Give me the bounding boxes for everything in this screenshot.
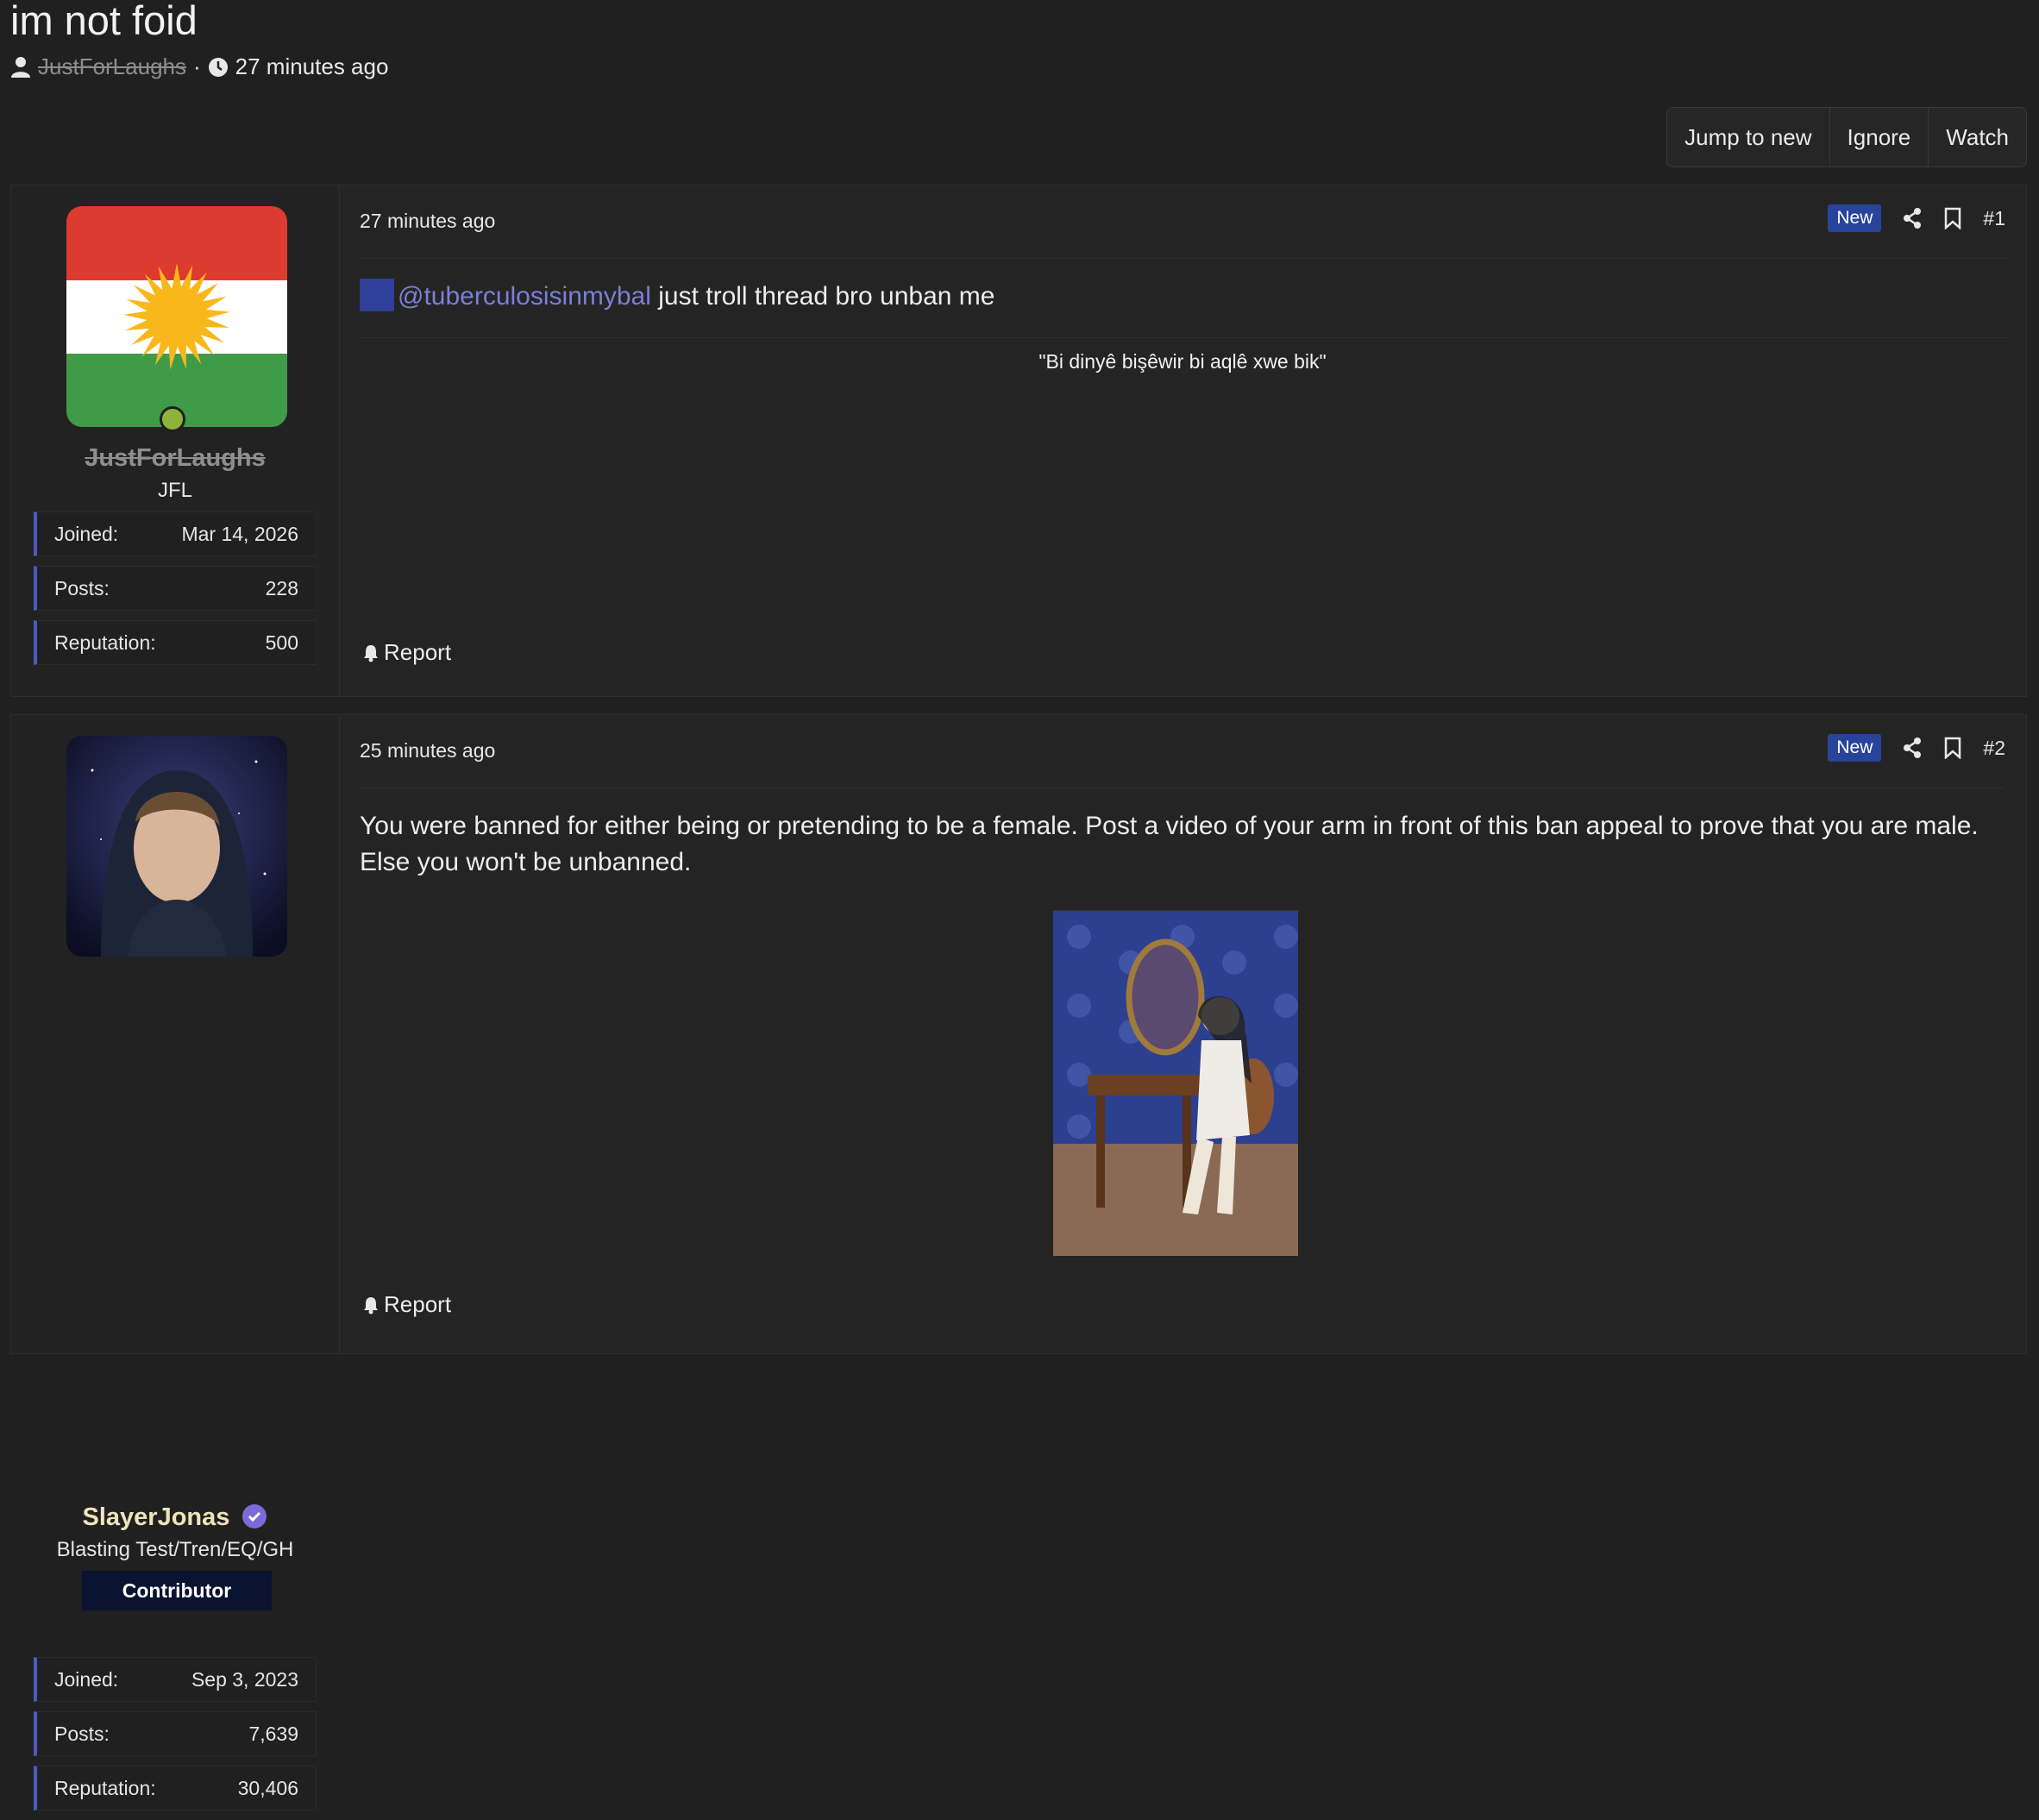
stat-value: Mar 14, 2026 bbox=[181, 522, 298, 545]
stat-joined: Joined: Mar 14, 2026 bbox=[34, 511, 317, 556]
post-1: JustForLaughs JFL Joined: Mar 14, 2026 Po… bbox=[10, 185, 2027, 697]
report-button[interactable]: Report bbox=[363, 1291, 451, 1318]
stat-value: 500 bbox=[265, 631, 298, 654]
post-time[interactable]: 27 minutes ago bbox=[360, 210, 495, 233]
post-text: You were banned for either being or pret… bbox=[360, 812, 1979, 876]
report-button[interactable]: Report bbox=[363, 639, 451, 666]
thread-actions: Jump to new Ignore Watch bbox=[1666, 107, 2027, 167]
user-stats: Joined: Mar 14, 2026 Posts: 228 Reputation… bbox=[34, 511, 317, 675]
report-label: Report bbox=[384, 1291, 452, 1317]
post-2: SlayerJonas Blasting Test/Tren/EQ/GH Con… bbox=[10, 714, 2027, 1811]
stat-label: Joined: bbox=[54, 522, 119, 545]
user-stats: Joined: Sep 3, 2023 Posts: 7,639 Reputatio… bbox=[34, 1657, 317, 1820]
verified-badge-icon bbox=[242, 1504, 267, 1528]
share-icon[interactable] bbox=[1902, 737, 1923, 759]
post-body: @tuberculosisinmybal just troll thread b… bbox=[360, 279, 2005, 315]
stat-value: 7,639 bbox=[248, 1722, 298, 1745]
bell-icon bbox=[364, 644, 378, 662]
user-title: Blasting Test/Tren/EQ/GH bbox=[56, 1538, 294, 1561]
post-1-user-panel: JustForLaughs JFL Joined: Mar 14, 2026 Po… bbox=[11, 185, 340, 696]
avatar[interactable] bbox=[66, 206, 287, 427]
ignore-button[interactable]: Ignore bbox=[1830, 108, 1929, 166]
new-badge: New bbox=[1828, 734, 1882, 762]
jump-to-new-button[interactable]: Jump to new bbox=[1667, 108, 1830, 166]
post-actions: New #1 bbox=[1828, 204, 2005, 232]
thread-meta: JustForLaughs · 27 minutes ago bbox=[10, 53, 388, 80]
post-number-link[interactable]: #1 bbox=[1983, 207, 2005, 230]
stat-label: Posts: bbox=[54, 1722, 110, 1745]
bookmark-icon[interactable] bbox=[1943, 737, 1962, 759]
report-label: Report bbox=[384, 639, 452, 665]
mention-avatar bbox=[360, 279, 394, 312]
stat-value: 30,406 bbox=[237, 1776, 298, 1799]
user-title: JFL bbox=[157, 479, 192, 502]
bookmark-icon[interactable] bbox=[1943, 207, 1962, 229]
avatar[interactable] bbox=[66, 736, 287, 957]
bell-icon bbox=[364, 1296, 378, 1314]
thread-author-link[interactable]: JustForLaughs bbox=[38, 53, 186, 80]
contributor-banner: Contributor bbox=[82, 1571, 272, 1610]
stat-value: 228 bbox=[265, 576, 298, 599]
username: SlayerJonas bbox=[11, 1503, 339, 1532]
online-status-indicator bbox=[160, 406, 185, 432]
post-number-link[interactable]: #2 bbox=[1983, 737, 2005, 760]
stat-label: Reputation: bbox=[54, 1776, 156, 1799]
stat-reputation: Reputation: 500 bbox=[34, 620, 317, 665]
share-icon[interactable] bbox=[1902, 207, 1923, 229]
post-image[interactable] bbox=[1053, 910, 1298, 1256]
username-link[interactable]: SlayerJonas bbox=[83, 1503, 230, 1531]
post-actions: New #2 bbox=[1828, 734, 2005, 762]
user-mention-link[interactable]: @tuberculosisinmybal bbox=[398, 282, 651, 311]
stat-label: Reputation: bbox=[54, 631, 156, 654]
user-icon bbox=[11, 56, 30, 78]
stat-label: Joined: bbox=[54, 1667, 119, 1691]
post-header: 25 minutes ago New #2 bbox=[360, 715, 2005, 788]
watch-button[interactable]: Watch bbox=[1929, 108, 2026, 166]
new-badge: New bbox=[1828, 204, 1882, 232]
clock-icon bbox=[208, 57, 228, 77]
stat-joined: Joined: Sep 3, 2023 bbox=[34, 1657, 317, 1702]
stat-posts: Posts: 228 bbox=[34, 566, 317, 611]
post-2-user-panel: SlayerJonas Blasting Test/Tren/EQ/GH Con… bbox=[11, 715, 340, 1811]
user-signature: "Bi dinyê bişêwir bi aqlê xwe bik" bbox=[360, 337, 2005, 373]
username[interactable]: JustForLaughs bbox=[11, 444, 339, 473]
thread-title: im not foid bbox=[10, 0, 198, 43]
post-header: 27 minutes ago New #1 bbox=[360, 185, 2005, 259]
thread-time[interactable]: 27 minutes ago bbox=[235, 53, 389, 80]
stat-reputation: Reputation: 30,406 bbox=[34, 1766, 317, 1811]
stat-posts: Posts: 7,639 bbox=[34, 1711, 317, 1756]
post-time[interactable]: 25 minutes ago bbox=[360, 739, 495, 763]
meta-separator: · bbox=[192, 53, 201, 79]
stat-label: Posts: bbox=[54, 576, 110, 599]
stat-value: Sep 3, 2023 bbox=[191, 1667, 298, 1691]
post-text: just troll thread bro unban me bbox=[650, 282, 995, 311]
